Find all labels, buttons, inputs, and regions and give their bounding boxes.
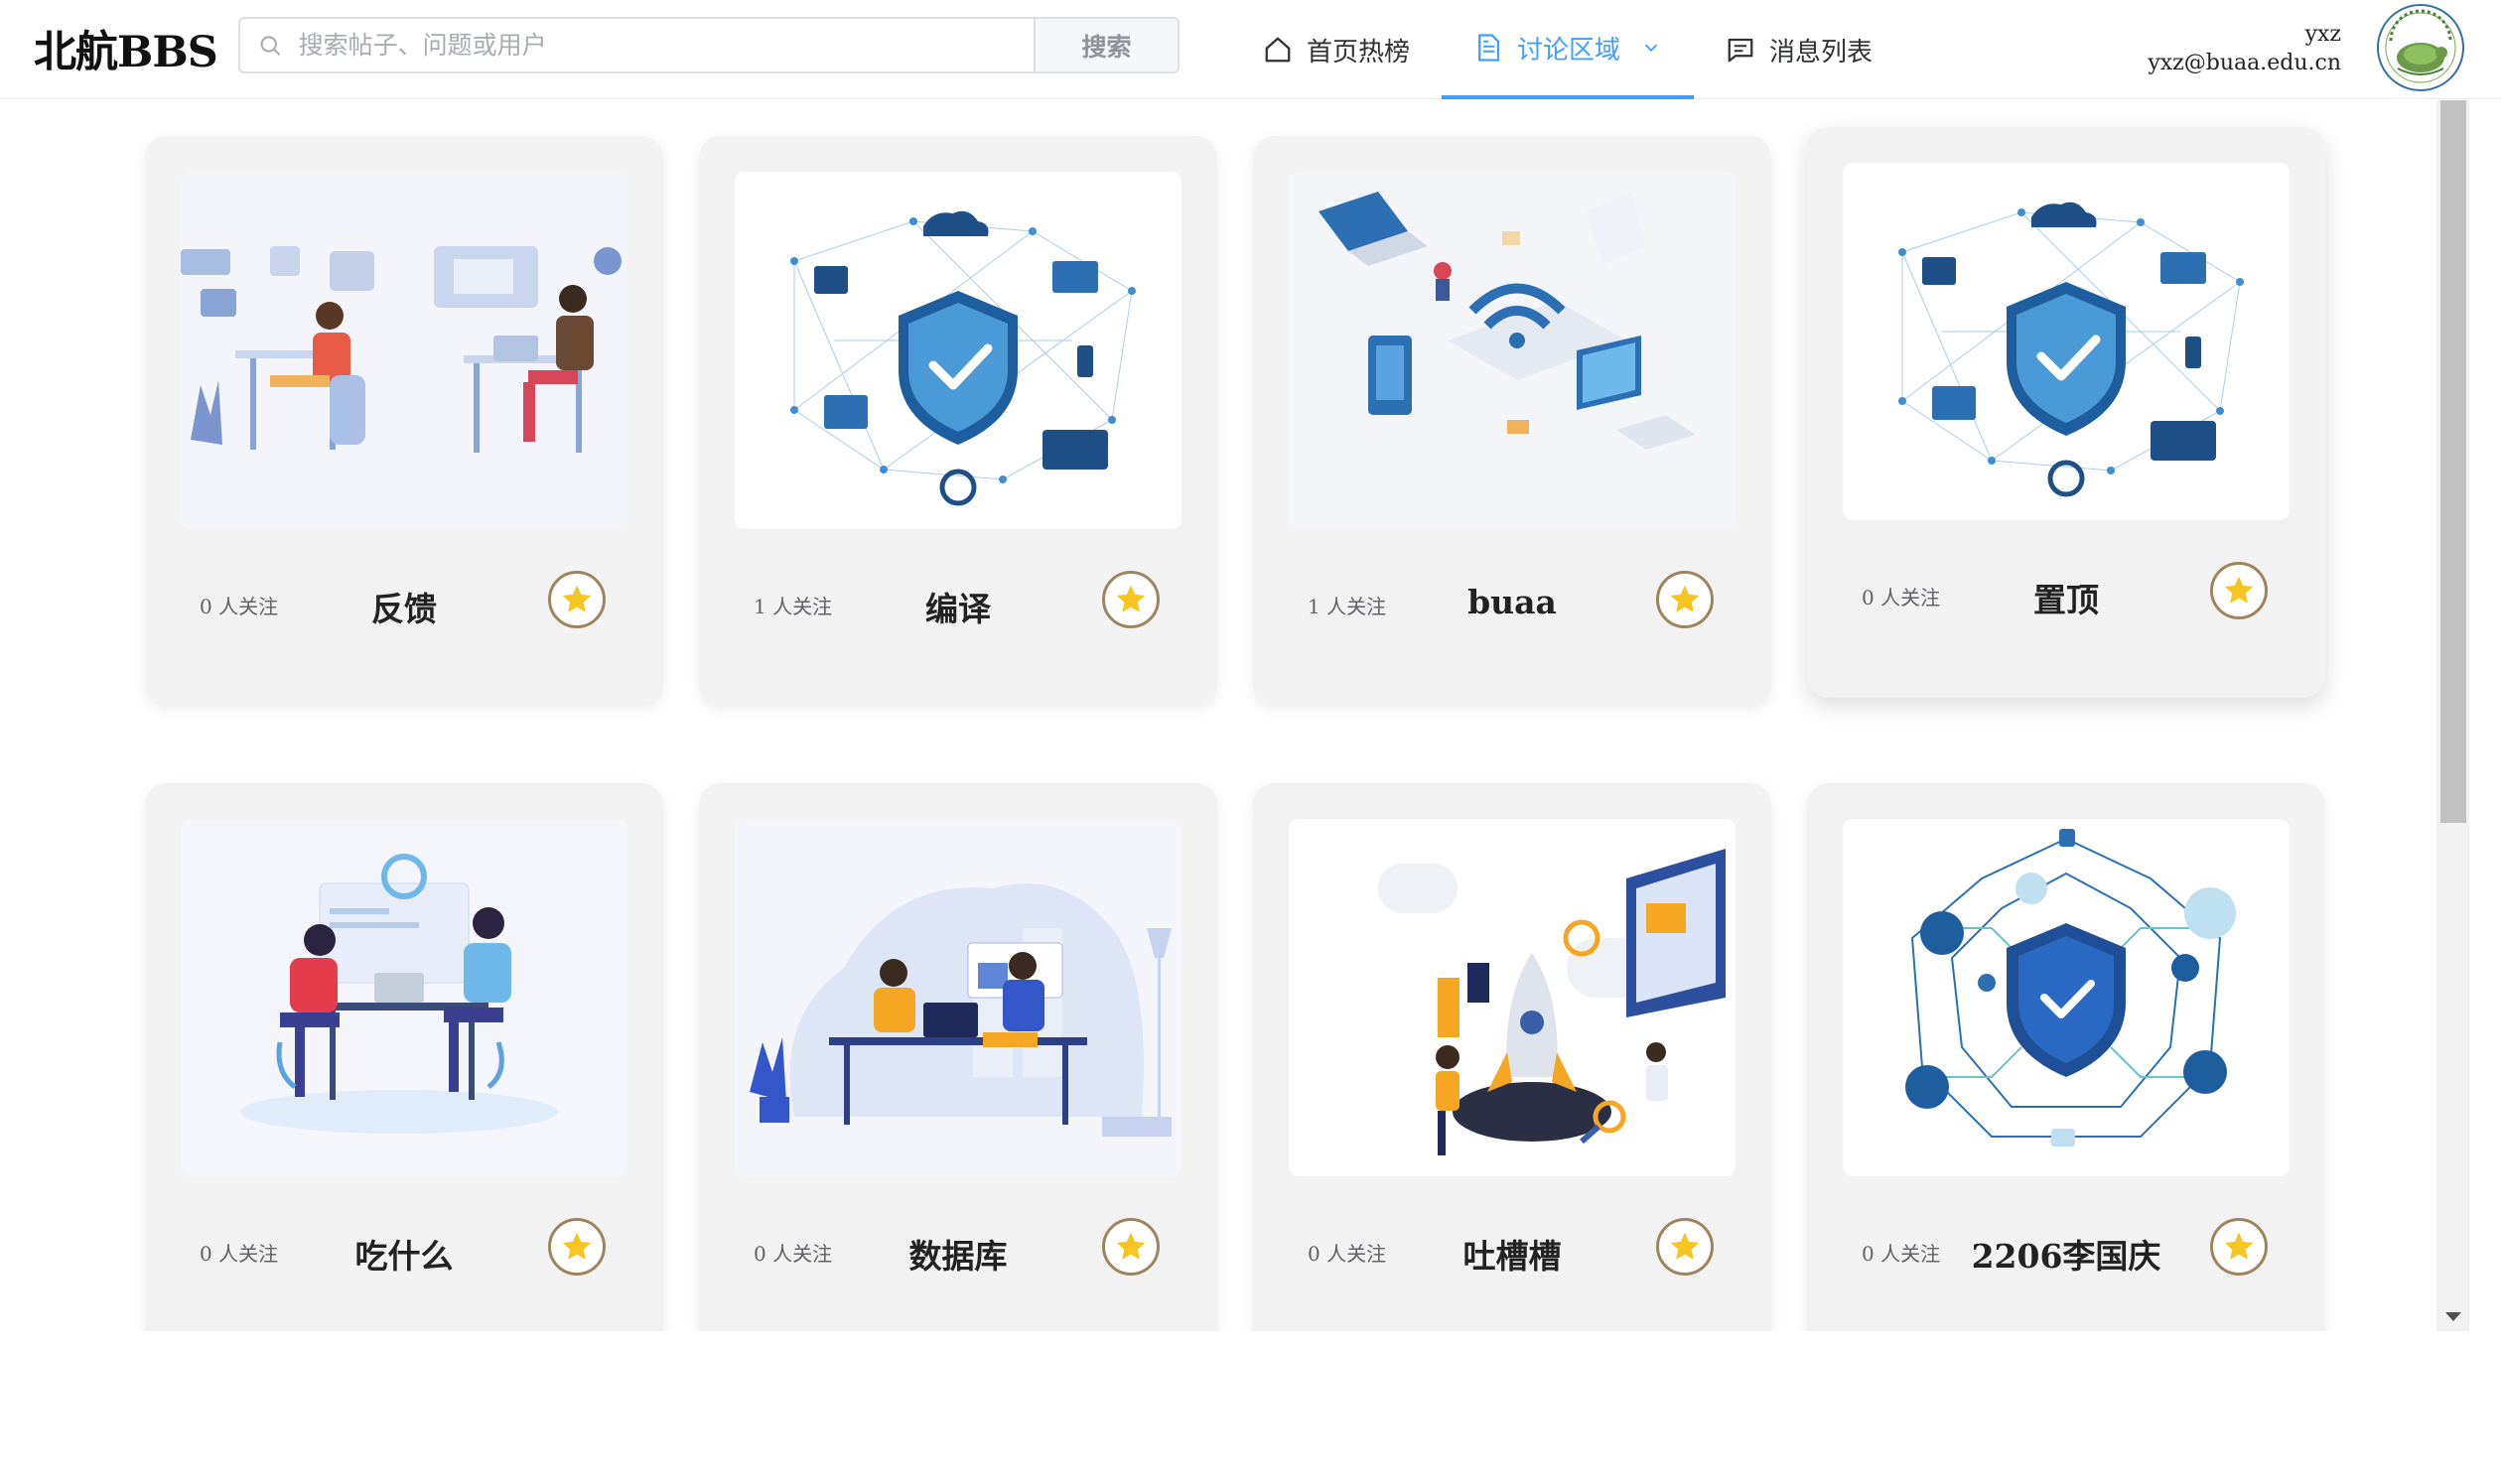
nav-discussion-area[interactable]: 讨论区域: [1442, 0, 1695, 99]
board-grid: 0 人关注 反馈 1 人关注 编译 1 人关注 buaa 0 人关注 置顶 0 …: [0, 100, 2436, 1331]
top-navbar: 北航BBS 搜索 首页热榜 讨论区域: [0, 0, 2501, 99]
shield-circuit-illustration: [1905, 829, 2236, 1147]
board-footer: 0 人关注 2206李国庆: [1807, 1218, 2325, 1287]
user-info[interactable]: yxz yxz@buaa.edu.cn: [2148, 20, 2341, 77]
office-desk-team-illustration: [750, 883, 1172, 1137]
board-footer: 0 人关注 吃什么: [145, 1218, 663, 1287]
search-field[interactable]: [240, 19, 1034, 71]
security-shield-network-illustration: [1898, 202, 2244, 497]
board-footer: 0 人关注 吐槽槽: [1253, 1218, 1771, 1287]
search-input[interactable]: [296, 30, 1034, 61]
follow-star-button[interactable]: [2210, 1218, 2268, 1276]
isometric-wifi-devices-illustration: [1319, 192, 1696, 450]
board-image: [1843, 163, 2290, 520]
message-icon: [1728, 38, 1753, 63]
star-icon: [1670, 1232, 1700, 1260]
star-icon: [562, 1232, 592, 1260]
scrollbar-thumb[interactable]: [2440, 100, 2466, 823]
board-card[interactable]: 0 人关注 吐槽槽: [1253, 783, 1771, 1331]
board-footer: 1 人关注 buaa: [1253, 571, 1771, 640]
vertical-scrollbar[interactable]: [2436, 100, 2469, 1331]
two-people-working-illustration: [181, 246, 622, 453]
search-bar: 搜索: [238, 17, 1180, 73]
follow-star-button[interactable]: [1102, 1218, 1160, 1276]
board-card[interactable]: 1 人关注 编译: [699, 136, 1217, 707]
follow-star-button[interactable]: [1102, 571, 1160, 628]
board-image: [181, 819, 627, 1176]
nav-home-hot-label: 首页热榜: [1307, 37, 1411, 67]
star-icon: [2224, 576, 2254, 604]
follow-star-button[interactable]: [1656, 1218, 1714, 1276]
board-card[interactable]: 1 人关注 buaa: [1253, 136, 1771, 707]
scroll-down-arrow-icon[interactable]: [2445, 1312, 2461, 1321]
university-seal-icon[interactable]: [2376, 3, 2465, 92]
follow-star-button[interactable]: [548, 571, 606, 628]
board-image: [735, 819, 1181, 1176]
document-icon: [1478, 34, 1500, 62]
board-image: [735, 172, 1181, 529]
board-image: [1289, 819, 1736, 1176]
board-card[interactable]: 0 人关注 反馈: [145, 136, 663, 707]
board-footer: 1 人关注 编译: [699, 571, 1217, 640]
meeting-table-illustration: [240, 854, 558, 1134]
star-icon: [1116, 585, 1146, 612]
nav-messages-label: 消息列表: [1769, 37, 1874, 67]
search-button[interactable]: 搜索: [1034, 19, 1178, 71]
nav-discussion-area-label: 讨论区域: [1517, 35, 1621, 66]
board-image: [1289, 172, 1736, 529]
board-card[interactable]: 0 人关注 置顶: [1807, 127, 2325, 698]
user-name: yxz: [2304, 22, 2341, 47]
rocket-project-illustration: [1378, 849, 1726, 1155]
board-image: [1843, 819, 2290, 1176]
nav-home-hot[interactable]: 首页热榜: [1231, 0, 1442, 99]
board-card[interactable]: 0 人关注 数据库: [699, 783, 1217, 1331]
security-shield-network-illustration: [790, 210, 1136, 506]
nav-messages[interactable]: 消息列表: [1694, 0, 1904, 99]
follow-star-button[interactable]: [548, 1218, 606, 1276]
board-card[interactable]: 0 人关注 2206李国庆: [1807, 783, 2325, 1331]
board-footer: 0 人关注 反馈: [145, 571, 663, 640]
board-image: [181, 172, 627, 529]
board-card[interactable]: 0 人关注 吃什么: [145, 783, 663, 1331]
board-footer: 0 人关注 数据库: [699, 1218, 1217, 1287]
search-icon: [260, 35, 281, 56]
home-icon: [1265, 37, 1291, 63]
chevron-down-icon[interactable]: [1640, 37, 1662, 59]
board-footer: 0 人关注 置顶: [1807, 562, 2325, 631]
follow-star-button[interactable]: [2210, 562, 2268, 619]
user-email: yxz@buaa.edu.cn: [2148, 51, 2341, 75]
site-logo[interactable]: 北航BBS: [34, 18, 218, 79]
follow-star-button[interactable]: [1656, 571, 1714, 628]
star-icon: [1670, 585, 1700, 612]
star-icon: [1116, 1232, 1146, 1260]
main-nav: 首页热榜 讨论区域 消息列表: [1231, 0, 1904, 99]
star-icon: [562, 585, 592, 612]
star-icon: [2224, 1232, 2254, 1260]
